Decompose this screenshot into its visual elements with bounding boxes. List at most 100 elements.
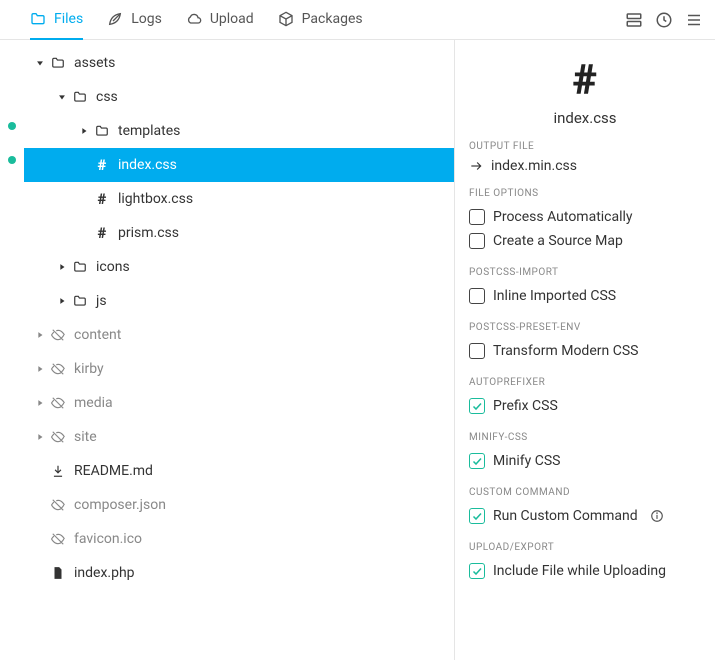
option-label: Run Custom Command: [493, 508, 638, 524]
folder-icon: [30, 11, 46, 27]
tab-upload[interactable]: Upload: [186, 0, 254, 40]
tab-label: Upload: [210, 11, 254, 27]
menu-icon[interactable]: [685, 11, 703, 29]
tree-row[interactable]: media: [24, 386, 454, 420]
chevron-down-icon[interactable]: [32, 58, 48, 68]
section-label: AUTOPREFIXER: [469, 377, 701, 388]
file-icon: [48, 566, 68, 580]
chevron-right-icon[interactable]: [32, 398, 48, 408]
checkbox-icon: [469, 508, 485, 524]
chevron-right-icon[interactable]: [32, 364, 48, 374]
tree-row[interactable]: content: [24, 318, 454, 352]
download-icon: [48, 464, 68, 478]
checkbox-icon: [469, 563, 485, 579]
section-label: OUTPUT FILE: [469, 141, 701, 152]
tree-row[interactable]: css: [24, 80, 454, 114]
topbar: Files Logs Upload Packages: [0, 0, 715, 40]
section-label: FILE OPTIONS: [469, 188, 701, 199]
status-gutter: [0, 40, 24, 660]
checkbox-icon: [469, 288, 485, 304]
option-postcss_import-0[interactable]: Inline Imported CSS: [469, 284, 701, 308]
chevron-right-icon[interactable]: [32, 432, 48, 442]
arrow-right-icon: [469, 159, 483, 173]
chevron-right-icon[interactable]: [54, 296, 70, 306]
option-file_options-0[interactable]: Process Automatically: [469, 205, 701, 229]
tree-row[interactable]: templates: [24, 114, 454, 148]
info-icon[interactable]: [650, 509, 664, 523]
tree-label: assets: [74, 55, 115, 71]
panel-title: index.css: [469, 109, 701, 127]
tree-label: media: [74, 395, 113, 411]
folder-icon: [92, 124, 112, 138]
option-file_options-1[interactable]: Create a Source Map: [469, 229, 701, 253]
tree-label: index.css: [118, 157, 177, 173]
tree-row[interactable]: icons: [24, 250, 454, 284]
checkbox-icon: [469, 453, 485, 469]
tree-row[interactable]: # index.css: [24, 148, 454, 182]
chevron-down-icon[interactable]: [54, 92, 70, 102]
option-autoprefixer-0[interactable]: Prefix CSS: [469, 394, 701, 418]
folder-icon: [48, 56, 68, 70]
option-label: Include File while Uploading: [493, 563, 666, 579]
option-custom_command-0[interactable]: Run Custom Command: [469, 504, 701, 528]
tree-label: favicon.ico: [74, 531, 142, 547]
status-dot-icon: [8, 122, 16, 130]
panel-header: # index.css: [469, 56, 701, 127]
option-label: Minify CSS: [493, 453, 560, 469]
tab-label: Packages: [302, 11, 363, 27]
option-label: Transform Modern CSS: [493, 343, 638, 359]
tree-row[interactable]: kirby: [24, 352, 454, 386]
section-label: UPLOAD/EXPORT: [469, 542, 701, 553]
tree-label: icons: [96, 259, 130, 275]
tree-label: css: [96, 89, 118, 105]
tree-row[interactable]: # prism.css: [24, 216, 454, 250]
feather-icon: [107, 11, 123, 27]
tree-label: prism.css: [118, 225, 179, 241]
output-file[interactable]: index.min.css: [469, 158, 701, 174]
tree-row[interactable]: site: [24, 420, 454, 454]
top-actions: [625, 11, 703, 29]
cloud-icon: [186, 11, 202, 27]
option-label: Process Automatically: [493, 209, 633, 225]
hidden-icon: [48, 362, 68, 376]
tab-label: Files: [54, 11, 83, 27]
layout-icon[interactable]: [625, 11, 643, 29]
section-label: CUSTOM COMMAND: [469, 487, 701, 498]
tab-label: Logs: [131, 11, 162, 27]
folder-icon: [70, 90, 90, 104]
tree-row[interactable]: favicon.ico: [24, 522, 454, 556]
folder-icon: [70, 294, 90, 308]
tree-row[interactable]: # lightbox.css: [24, 182, 454, 216]
option-upload_export-0[interactable]: Include File while Uploading: [469, 559, 701, 583]
section-label: POSTCSS-PRESET-ENV: [469, 322, 701, 333]
tree-label: composer.json: [74, 497, 166, 513]
option-label: Create a Source Map: [493, 233, 623, 249]
tree-label: README.md: [74, 463, 153, 479]
tree-row[interactable]: index.php: [24, 556, 454, 590]
refresh-icon[interactable]: [655, 11, 673, 29]
option-postcss_preset_env-0[interactable]: Transform Modern CSS: [469, 339, 701, 363]
tree-label: templates: [118, 123, 180, 139]
chevron-right-icon[interactable]: [32, 330, 48, 340]
hidden-icon: [48, 532, 68, 546]
hash-icon: #: [92, 156, 112, 174]
checkbox-icon: [469, 343, 485, 359]
tree-row[interactable]: assets: [24, 46, 454, 80]
hash-icon: #: [92, 190, 112, 208]
tree-label: content: [74, 327, 121, 343]
details-panel: # index.css OUTPUT FILE index.min.css FI…: [455, 40, 715, 660]
main: assets css templates # index.css # lightbox.cs…: [0, 40, 715, 660]
tree-label: lightbox.css: [118, 191, 193, 207]
tree-row[interactable]: README.md: [24, 454, 454, 488]
tree-label: kirby: [74, 361, 104, 377]
tree-row[interactable]: composer.json: [24, 488, 454, 522]
chevron-right-icon[interactable]: [54, 262, 70, 272]
tab-files[interactable]: Files: [30, 0, 83, 40]
tree-row[interactable]: js: [24, 284, 454, 318]
hash-icon: #: [92, 224, 112, 242]
option-minify_css-0[interactable]: Minify CSS: [469, 449, 701, 473]
tab-packages[interactable]: Packages: [278, 0, 363, 40]
tab-logs[interactable]: Logs: [107, 0, 162, 40]
section-label: MINIFY-CSS: [469, 432, 701, 443]
chevron-right-icon[interactable]: [76, 126, 92, 136]
